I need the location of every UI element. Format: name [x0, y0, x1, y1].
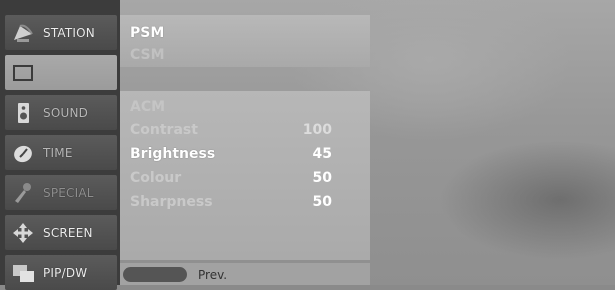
brightness-value: 45: [312, 146, 332, 162]
move-arrows-icon: [9, 219, 37, 247]
key-icon: [9, 179, 37, 207]
option-csm[interactable]: CSM: [130, 47, 165, 63]
menu-item-label: SCREEN: [43, 225, 93, 240]
menu-item-station[interactable]: STATION: [5, 15, 117, 50]
sharpness-value: 50: [312, 194, 332, 210]
satellite-dish-icon: [9, 19, 37, 47]
prev-label: Prev.: [198, 268, 228, 282]
picture-screen-icon: [9, 59, 37, 87]
option-acm[interactable]: ACM: [130, 99, 165, 115]
colour-value: 50: [312, 170, 332, 186]
prev-button[interactable]: [123, 267, 187, 282]
picture-options-panel: Prev. PSM CSM ACM Contrast 100 Brightnes…: [120, 15, 370, 285]
main-menu: STATION SOUND TIME SPECIAL SCREEN PIP/DW: [0, 0, 120, 290]
clock-icon: [9, 139, 37, 167]
contrast-value: 100: [302, 122, 332, 138]
option-brightness[interactable]: Brightness: [130, 146, 215, 162]
menu-item-label: SPECIAL: [43, 185, 94, 200]
menu-item-screen[interactable]: SCREEN: [5, 215, 117, 250]
menu-item-time[interactable]: TIME: [5, 135, 117, 170]
panel-footer: Prev.: [120, 263, 370, 285]
speaker-icon: [9, 99, 37, 127]
option-psm[interactable]: PSM: [130, 25, 164, 41]
menu-item-picture[interactable]: [5, 55, 117, 90]
menu-item-label: SOUND: [43, 105, 89, 120]
menu-item-label: TIME: [43, 145, 73, 160]
option-contrast[interactable]: Contrast: [130, 122, 198, 138]
menu-item-label: PIP/DW: [43, 265, 88, 280]
option-colour[interactable]: Colour: [130, 170, 181, 186]
menu-item-label: STATION: [43, 25, 95, 40]
option-sharpness[interactable]: Sharpness: [130, 194, 213, 210]
pip-windows-icon: [9, 259, 37, 287]
menu-item-special[interactable]: SPECIAL: [5, 175, 117, 210]
menu-item-sound[interactable]: SOUND: [5, 95, 117, 130]
